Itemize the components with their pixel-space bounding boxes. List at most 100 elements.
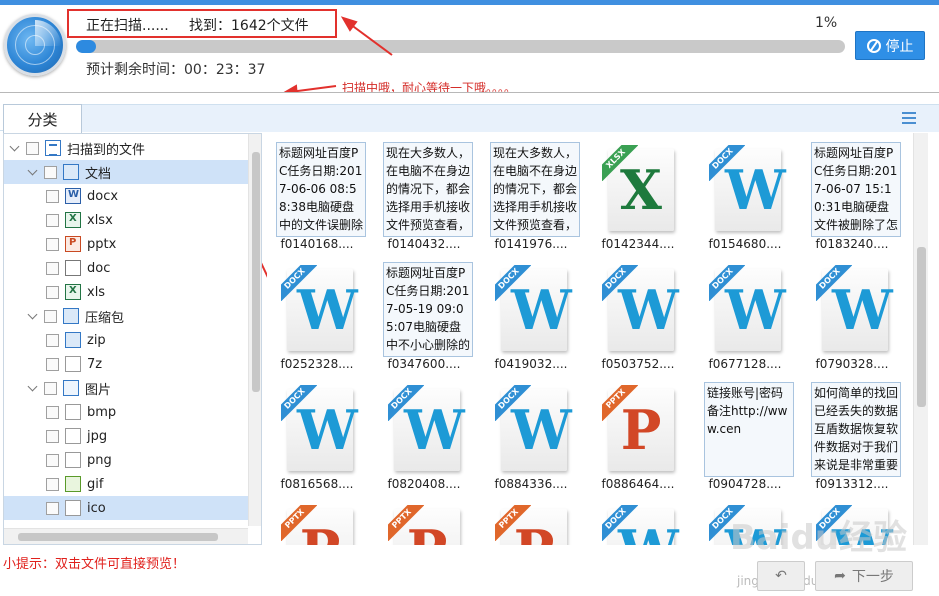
file-item[interactable]: 标题网址百度PC任务日期:2017-06-07 15:10:31电脑硬盘文件被删… — [802, 135, 902, 255]
tree-item-xls[interactable]: xls — [4, 280, 248, 304]
tree-item-label: gif — [87, 476, 104, 492]
tree-item-jpg[interactable]: jpg — [4, 424, 248, 448]
text-preview: 标题网址百度PC任务日期:2017-06-06 08:58:38电脑硬盘中的文件… — [276, 142, 366, 237]
file-item[interactable]: DOCX W f0884336.... — [481, 375, 581, 495]
tree-checkbox[interactable] — [26, 141, 39, 155]
tree-item-ico[interactable]: ico — [4, 496, 248, 520]
file-item[interactable]: DOCX W f0252328.... — [267, 255, 367, 375]
document-folder-icon — [63, 164, 79, 180]
tree-checkbox[interactable] — [46, 429, 59, 443]
progress-bar — [76, 40, 845, 53]
tree-item-label: bmp — [87, 404, 117, 420]
file-item[interactable]: DOCX W f0677128.... — [695, 255, 795, 375]
file-item[interactable]: 标题网址百度PC任务日期:2017-05-19 09:05:07电脑硬盘中不小心… — [374, 255, 474, 375]
file-name: f0141976.... — [494, 237, 568, 251]
file-item[interactable]: 标题网址百度PC任务日期:2017-06-06 08:58:38电脑硬盘中的文件… — [267, 135, 367, 255]
tree-checkbox[interactable] — [46, 333, 59, 347]
tree-item-文档[interactable]: 文档 — [4, 160, 248, 184]
file-item[interactable]: DOCX W f0154680.... — [695, 135, 795, 255]
tree-item-doc[interactable]: doc — [4, 256, 248, 280]
tree-checkbox[interactable] — [44, 309, 57, 323]
tree-checkbox[interactable] — [46, 357, 59, 371]
text-preview: 标题网址百度PC任务日期:2017-05-19 09:05:07电脑硬盘中不小心… — [383, 262, 473, 357]
tree-checkbox[interactable] — [44, 381, 57, 395]
hint-text: 小提示：双击文件可直接预览！ — [3, 557, 186, 572]
docx-file-icon: DOCXW — [495, 385, 573, 473]
pptx-file-icon: PPTXP — [281, 505, 359, 545]
scan-status: 正在扫描...... — [86, 18, 169, 34]
tree-vertical-scrollbar[interactable] — [248, 134, 261, 526]
file-item[interactable]: 如何简单的找回已经丢失的数据互盾数据恢复软件数据对于我们来说是非常重要 f0913… — [802, 375, 902, 495]
tree-checkbox[interactable] — [46, 213, 59, 227]
tree-checkbox[interactable] — [44, 165, 57, 179]
file-name: f0140432.... — [387, 237, 461, 251]
file-item[interactable]: 现在大多数人，在电脑不在身边的情况下，都会选择用手机接收文件预览查看，所以手机对… — [374, 135, 474, 255]
next-button[interactable]: ➦ 下一步 — [815, 561, 913, 591]
file-grid: 标题网址百度PC任务日期:2017-06-06 08:58:38电脑硬盘中的文件… — [267, 133, 939, 545]
watermark: Baidu经验 — [730, 518, 908, 558]
tree-item-7z[interactable]: 7z — [4, 352, 248, 376]
xlsx-file-icon: XLSX X — [602, 145, 680, 233]
file-name: f0140168.... — [280, 237, 354, 251]
tree-item-label: png — [87, 452, 112, 468]
file-item[interactable]: PPTXP — [267, 495, 367, 545]
grid-vertical-scrollbar[interactable] — [913, 133, 928, 545]
text-preview: 如何简单的找回已经丢失的数据互盾数据恢复软件数据对于我们来说是非常重要 — [811, 382, 901, 477]
file-item[interactable]: DOCX W f0419032.... — [481, 255, 581, 375]
tree-checkbox[interactable] — [46, 477, 59, 491]
stop-button[interactable]: 停止 — [855, 31, 925, 60]
expand-chevron-icon[interactable] — [10, 143, 20, 153]
file-name: f0419032.... — [494, 357, 568, 371]
tree-item-label: pptx — [87, 236, 117, 252]
tree-checkbox[interactable] — [46, 237, 59, 251]
pptx-icon — [65, 236, 81, 252]
file-item[interactable]: DOCX W f0820408.... — [374, 375, 474, 495]
tab-category[interactable]: 分类 — [3, 104, 82, 133]
expand-chevron-icon[interactable] — [28, 167, 38, 177]
tree-item-label: docx — [87, 188, 119, 204]
tree-checkbox[interactable] — [46, 453, 59, 467]
file-icon — [65, 452, 81, 468]
file-item[interactable]: PPTXP — [481, 495, 581, 545]
file-name: f0142344.... — [601, 237, 675, 251]
radar-scan-icon — [4, 14, 66, 76]
tree-checkbox[interactable] — [46, 501, 59, 515]
file-item[interactable]: PPTX P f0886464.... — [588, 375, 688, 495]
file-item[interactable]: XLSX X f0142344.... — [588, 135, 688, 255]
menu-icon[interactable] — [902, 112, 916, 124]
tree-item-扫描到的文件[interactable]: 扫描到的文件 — [4, 136, 248, 160]
file-item[interactable]: DOCX W f0503752.... — [588, 255, 688, 375]
tree-checkbox[interactable] — [46, 285, 59, 299]
tree-checkbox[interactable] — [46, 261, 59, 275]
file-item[interactable]: 现在大多数人，在电脑不在身边的情况下，都会选择用手机接收文件预览查看，所以手机对… — [481, 135, 581, 255]
back-button[interactable]: ↶ — [757, 561, 805, 591]
stop-label: 停止 — [885, 38, 914, 55]
tree-horizontal-scrollbar[interactable] — [4, 528, 248, 544]
file-item[interactable]: DOCX W f0790328.... — [802, 255, 902, 375]
tree-item-docx[interactable]: docx — [4, 184, 248, 208]
back-icon: ↶ — [775, 568, 787, 584]
docx-file-icon: DOCXW — [816, 265, 894, 353]
tree-item-bmp[interactable]: bmp — [4, 400, 248, 424]
file-item[interactable]: 链接账号|密码备注http://www.cen f0904728.... — [695, 375, 795, 495]
tree-item-压缩包[interactable]: 压缩包 — [4, 304, 248, 328]
tree-item-gif[interactable]: gif — [4, 472, 248, 496]
tree-checkbox[interactable] — [46, 189, 59, 203]
tree-item-图片[interactable]: 图片 — [4, 376, 248, 400]
docx-file-icon: DOCXW — [281, 385, 359, 473]
category-tree: 扫描到的文件文档 docx xlsx pptx doc xls 压缩包 zip 7z 图片 bmp j… — [3, 133, 262, 545]
tree-item-zip[interactable]: zip — [4, 328, 248, 352]
file-item[interactable]: DOCXW — [588, 495, 688, 545]
tree-item-xlsx[interactable]: xlsx — [4, 208, 248, 232]
file-name: f0677128.... — [708, 357, 782, 371]
tree-item-label: 文档 — [85, 166, 112, 182]
tree-item-pptx[interactable]: pptx — [4, 232, 248, 256]
expand-chevron-icon[interactable] — [28, 383, 38, 393]
tree-checkbox[interactable] — [46, 405, 59, 419]
tree-item-png[interactable]: png — [4, 448, 248, 472]
file-item[interactable]: DOCX W f0816568.... — [267, 375, 367, 495]
expand-chevron-icon[interactable] — [28, 311, 38, 321]
tree-item-label: 图片 — [85, 382, 112, 398]
progress-percent: 1% — [815, 15, 838, 31]
file-item[interactable]: PPTXP — [374, 495, 474, 545]
